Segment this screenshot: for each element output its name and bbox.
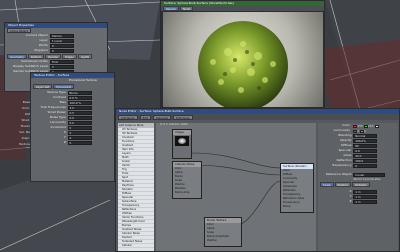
polygons-value: 0: [49, 49, 74, 53]
scale-z-label: Z: [349, 199, 352, 203]
tree-item[interactable]: Cellular: [118, 244, 154, 248]
left-labels-column: Base Prim. Ref Shad. Shado Sel. Ne Displ…: [4, 100, 30, 148]
texture-editor-panel: Texture Editor - Surface Procedural Text…: [30, 72, 115, 182]
texture-tabs: Layer Set Procedural: [31, 84, 114, 89]
node-image-title: Image: [173, 130, 191, 135]
node-bump-texture[interactable]: Bump Texture Color Alpha Scale Bump Ampl…: [204, 217, 242, 247]
tab-render[interactable]: Render: [163, 6, 179, 11]
translucency-field[interactable]: 0: [353, 164, 378, 168]
texture-subtitle: Procedural Texture: [69, 78, 97, 82]
node-properties-panel: Color 255 255 Luminosity 0 0 Blending Nor…: [318, 123, 398, 251]
port-bump-amp[interactable]: Bump Amp: [173, 191, 201, 195]
node-image[interactable]: Image: [172, 129, 192, 159]
selected-button[interactable]: Selected: [152, 115, 172, 120]
render-panel-toolbar: Render Node: [161, 6, 324, 11]
sphere-render: [198, 21, 288, 107]
add-node-button[interactable]: Add Node: [118, 115, 138, 120]
translucency-label: Translucency: [332, 163, 352, 167]
port-bump[interactable]: Bump: [281, 205, 313, 209]
edit-button[interactable]: Edit: [139, 115, 151, 120]
axis-z-label: Z: [63, 140, 66, 144]
world-coordinates-toggle[interactable]: World Coordinates: [353, 177, 381, 182]
tab-layer-set[interactable]: Layer Set: [33, 84, 53, 89]
node-image-preview: [175, 136, 189, 146]
node-cellular-noise[interactable]: Cellular Noise Color Alpha Bump Scale Po…: [172, 161, 202, 199]
axis-z-field[interactable]: 0: [67, 141, 92, 145]
port-position[interactable]: Position: [205, 239, 241, 243]
node-editor-window: Node Editor - Surface: Sphere.Bulb.Surfa…: [115, 108, 400, 252]
tab-rotation[interactable]: Rotation: [352, 182, 371, 187]
tab-scale[interactable]: Scale: [320, 182, 334, 187]
tab-position[interactable]: Position: [334, 182, 352, 187]
tab-procedural[interactable]: Procedural: [53, 84, 75, 89]
node-surface[interactable]: Surface (Shader) Color Diffuse Luminosit…: [280, 163, 314, 213]
edit-node-button[interactable]: Edit Node: [173, 115, 193, 120]
tab-node[interactable]: Node: [179, 6, 194, 11]
render-viewport: [163, 12, 323, 107]
scale-z-field[interactable]: 1 m: [353, 200, 378, 204]
node-editor-toolbar: Add Node Edit Selected Edit Node: [116, 114, 399, 120]
node-tree-list: Add Instance Node 2D Textures 3D Textures…: [118, 123, 154, 251]
render-preview-panel: Surface: Sphere.Bulb.Surface (ShowWorld.…: [160, 0, 325, 108]
left-label: Texture: [19, 142, 30, 146]
axis-tabs: Scale Position Rotation: [318, 182, 398, 187]
node-canvas: X: 0 Y: 0 Zoom: 100% Image Cellular Nois…: [156, 123, 316, 251]
polygons-label: Polygons: [34, 48, 48, 52]
